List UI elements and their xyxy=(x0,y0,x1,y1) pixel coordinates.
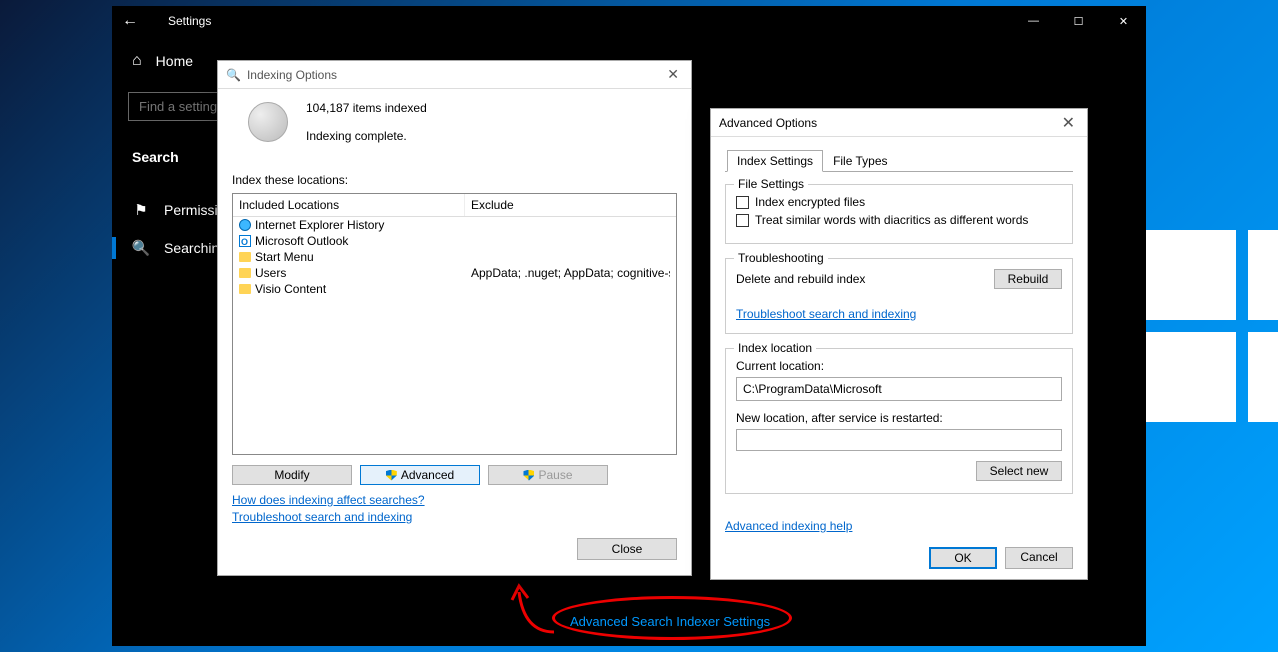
folder-icon xyxy=(239,284,251,294)
shield-icon xyxy=(386,470,397,481)
location-row[interactable]: Internet Explorer History xyxy=(233,217,676,233)
current-location-field: C:\ProgramData\Microsoft xyxy=(736,377,1062,401)
search-icon: 🔍 xyxy=(132,239,150,257)
location-exclude xyxy=(471,217,670,233)
ie-icon xyxy=(239,219,251,231)
new-location-field xyxy=(736,429,1062,451)
location-name: Internet Explorer History xyxy=(255,217,384,233)
current-location-label: Current location: xyxy=(736,359,1062,373)
location-row[interactable]: Microsoft Outlook xyxy=(233,233,676,249)
annotation-arrow xyxy=(504,582,559,642)
diacritics-label: Treat similar words with diacritics as d… xyxy=(755,213,1028,227)
ok-button[interactable]: OK xyxy=(929,547,997,569)
home-label: Home xyxy=(156,53,193,69)
troubleshoot-advanced-link[interactable]: Troubleshoot search and indexing xyxy=(736,307,916,321)
indexing-status: Indexing complete. xyxy=(306,129,427,143)
tabs: Index Settings File Types xyxy=(725,149,1073,172)
location-row[interactable]: Users AppData; .nuget; AppData; cognitive… xyxy=(233,265,676,281)
indexing-close-dialog-button[interactable]: Close xyxy=(577,538,677,560)
pause-button: Pause xyxy=(488,465,608,485)
file-settings-label: File Settings xyxy=(734,177,808,191)
tab-index-settings[interactable]: Index Settings xyxy=(727,150,823,172)
rebuild-button[interactable]: Rebuild xyxy=(994,269,1062,289)
location-name: Microsoft Outlook xyxy=(255,233,348,249)
shield-icon xyxy=(523,470,534,481)
settings-titlebar: ← Settings — ☐ ✕ xyxy=(112,6,1146,36)
index-location-label: Index location xyxy=(734,341,816,355)
location-name: Visio Content xyxy=(255,281,326,297)
back-button[interactable]: ← xyxy=(122,12,138,30)
encrypted-label: Index encrypted files xyxy=(755,195,865,209)
diacritics-checkbox[interactable] xyxy=(736,214,749,227)
settings-title: Settings xyxy=(168,14,211,28)
indexing-titlebar: 🔍 Indexing Options ✕ xyxy=(218,61,691,89)
location-name: Users xyxy=(255,265,286,281)
advanced-close-button[interactable]: ✕ xyxy=(1058,113,1079,133)
location-row[interactable]: Start Menu xyxy=(233,249,676,265)
troubleshoot-link[interactable]: Troubleshoot search and indexing xyxy=(232,510,677,524)
advanced-title: Advanced Options xyxy=(719,116,817,130)
col-exclude-header[interactable]: Exclude xyxy=(465,194,676,216)
select-new-button[interactable]: Select new xyxy=(976,461,1062,481)
new-location-label: New location, after service is restarted… xyxy=(736,411,1062,425)
advanced-indexing-help-link[interactable]: Advanced indexing help xyxy=(725,519,852,533)
minimize-button[interactable]: — xyxy=(1011,6,1056,36)
cancel-button[interactable]: Cancel xyxy=(1005,547,1073,569)
indexing-icon: 🔍 xyxy=(226,68,241,82)
location-name: Start Menu xyxy=(255,249,314,265)
windows-logo xyxy=(1146,230,1278,422)
folder-icon xyxy=(239,252,251,262)
rebuild-label: Delete and rebuild index xyxy=(736,272,865,286)
items-indexed-count: 104,187 items indexed xyxy=(306,101,427,115)
locations-label: Index these locations: xyxy=(232,173,677,187)
troubleshooting-label: Troubleshooting xyxy=(734,251,828,265)
advanced-options-dialog: Advanced Options ✕ Index Settings File T… xyxy=(710,108,1088,580)
close-button[interactable]: ✕ xyxy=(1101,6,1146,36)
locations-list[interactable]: Included Locations Exclude Internet Expl… xyxy=(232,193,677,455)
indexing-title: Indexing Options xyxy=(247,68,337,82)
location-row[interactable]: Visio Content xyxy=(233,281,676,297)
tab-file-types[interactable]: File Types xyxy=(823,150,897,172)
file-settings-group: File Settings Index encrypted files Trea… xyxy=(725,184,1073,244)
location-exclude xyxy=(471,233,670,249)
permissions-icon: ⚑ xyxy=(132,201,150,219)
how-indexing-affects-link[interactable]: How does indexing affect searches? xyxy=(232,493,677,507)
folder-icon xyxy=(239,268,251,278)
advanced-button[interactable]: Advanced xyxy=(360,465,480,485)
encrypted-checkbox[interactable] xyxy=(736,196,749,209)
maximize-button[interactable]: ☐ xyxy=(1056,6,1101,36)
index-location-group: Index location Current location: C:\Prog… xyxy=(725,348,1073,494)
location-exclude: AppData; .nuget; AppData; cognitive-serv… xyxy=(471,265,670,281)
col-included-header[interactable]: Included Locations xyxy=(233,194,465,216)
modify-button[interactable]: Modify xyxy=(232,465,352,485)
location-exclude xyxy=(471,249,670,265)
advanced-titlebar: Advanced Options ✕ xyxy=(711,109,1087,137)
annotation-circle xyxy=(552,596,792,640)
troubleshooting-group: Troubleshooting Delete and rebuild index… xyxy=(725,258,1073,334)
location-exclude xyxy=(471,281,670,297)
drive-icon xyxy=(248,102,288,142)
indexing-options-dialog: 🔍 Indexing Options ✕ 104,187 items index… xyxy=(217,60,692,576)
outlook-icon xyxy=(239,235,251,247)
indexing-close-button[interactable]: ✕ xyxy=(663,66,683,83)
home-icon: ⌂ xyxy=(132,52,142,70)
